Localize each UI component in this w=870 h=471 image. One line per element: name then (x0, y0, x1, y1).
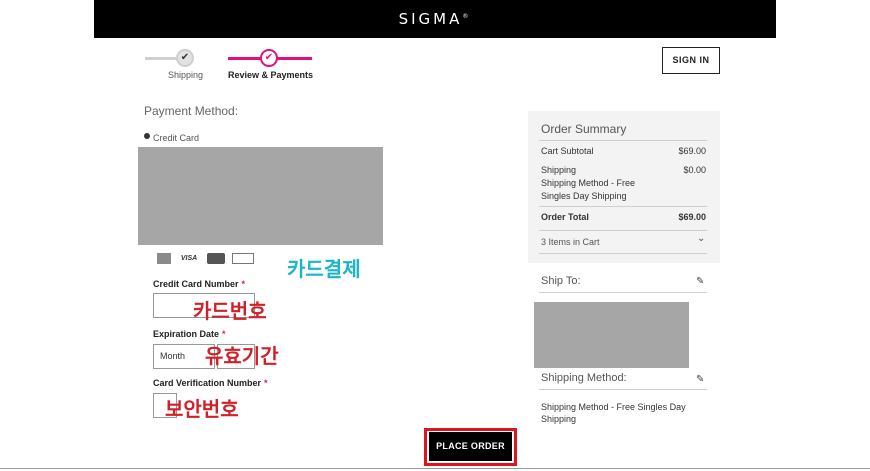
shipping-method-divider (539, 389, 707, 390)
edit-shipping-method-pencil-icon[interactable]: ✎ (696, 374, 704, 385)
ship-to-title: Ship To: (541, 275, 581, 287)
step-shipping-label[interactable]: Shipping (168, 70, 203, 80)
visa-icon: VISA (180, 254, 198, 262)
cart-subtotal-row: Cart Subtotal $69.00 (541, 146, 706, 156)
summary-divider (539, 253, 707, 254)
bottom-border (0, 468, 870, 469)
card-logos: VISA (157, 251, 254, 265)
shipping-method-title: Shipping Method: (541, 372, 627, 384)
annotation-card-number: 카드번호 (193, 299, 267, 323)
brand-logo[interactable]: SIGMA® (94, 10, 776, 28)
payment-method-title: Payment Method: (144, 104, 239, 118)
expiration-date-label: Expiration Date * (153, 329, 226, 339)
annotation-card-payment: 카드결제 (287, 257, 361, 281)
summary-divider (539, 140, 707, 141)
step-review-label: Review & Payments (228, 70, 314, 80)
redacted-billing-block (138, 147, 383, 245)
credit-card-radio[interactable] (144, 133, 150, 139)
sign-in-button[interactable]: SIGN IN (662, 47, 720, 74)
items-in-cart-toggle[interactable]: 3 Items in Cart (541, 237, 706, 247)
edit-ship-to-pencil-icon[interactable]: ✎ (696, 276, 704, 287)
mastercard-icon (207, 252, 225, 264)
credit-card-label[interactable]: Credit Card (153, 133, 199, 143)
shipping-row: Shipping Shipping Method - Free Singles … (541, 165, 706, 201)
discover-icon (232, 252, 254, 264)
site-header: SIGMA® (94, 0, 776, 38)
annotation-security-code: 보안번호 (165, 397, 239, 421)
redacted-address-block (534, 302, 689, 368)
summary-divider (539, 230, 707, 231)
chevron-down-icon[interactable]: ⌄ (697, 233, 705, 244)
place-order-button[interactable]: PLACE ORDER (429, 432, 512, 461)
order-total-row: Order Total $69.00 (541, 212, 706, 222)
amex-icon (157, 252, 171, 264)
order-summary-title: Order Summary (541, 122, 627, 136)
summary-divider (539, 206, 707, 207)
card-number-label: Credit Card Number * (153, 279, 246, 289)
annotation-expiry: 유효기간 (205, 344, 279, 368)
ship-to-divider (539, 292, 707, 293)
step-shipping-check-icon[interactable]: ✔ (176, 49, 194, 67)
shipping-method-value: Shipping Method - Free Singles Day Shipp… (541, 402, 686, 424)
step-review-check-icon: ✔ (260, 49, 278, 67)
cvv-label: Card Verification Number * (153, 378, 268, 388)
